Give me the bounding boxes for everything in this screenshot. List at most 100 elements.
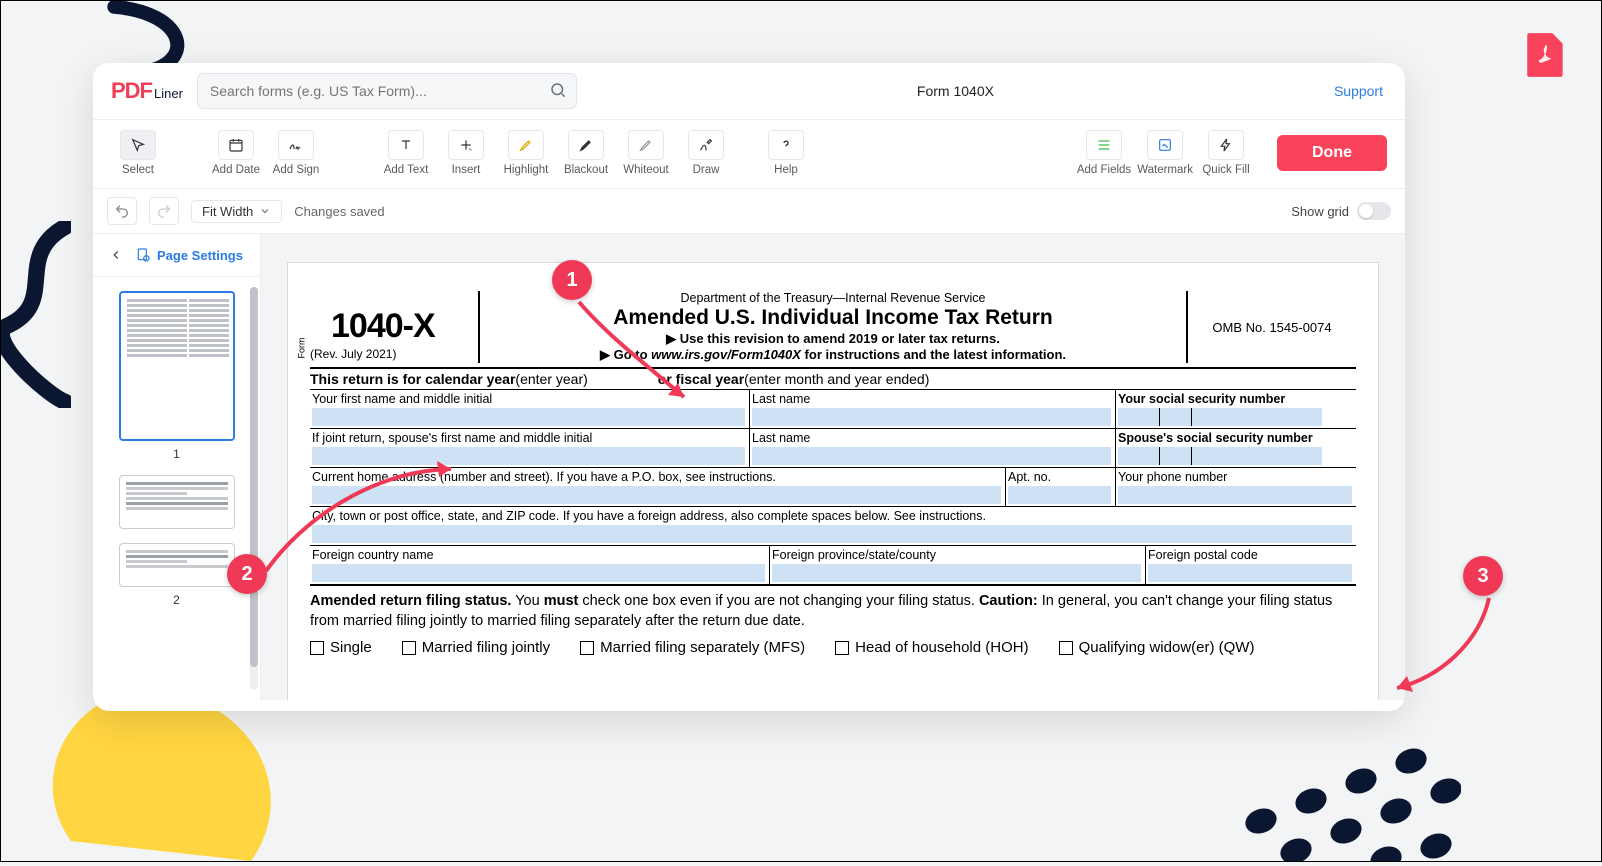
done-button[interactable]: Done [1277,135,1387,171]
logo-liner: Liner [154,86,183,101]
tool-draw[interactable]: Draw [679,130,733,176]
tool-add-sign[interactable]: Add Sign [269,130,323,176]
plus-icon [448,130,484,160]
checkbox-icon [1059,641,1073,655]
undo-button[interactable] [107,197,137,225]
tool-watermark[interactable]: Watermark [1137,130,1193,176]
label-ssn: Your social security number [1118,392,1352,406]
check-mfs[interactable]: Married filing separately (MFS) [580,639,805,656]
tool-blackout-label: Blackout [564,164,608,176]
annotation-1: 1 [552,260,592,300]
tool-add-date[interactable]: Add Date [209,130,263,176]
amend-b: You [511,593,543,609]
check-mfj[interactable]: Married filing jointly [402,639,550,656]
label-last-name: Last name [752,392,1111,406]
tool-add-text[interactable]: Add Text [379,130,433,176]
page-settings-link[interactable]: Page Settings [135,247,243,263]
checkbox-icon [402,641,416,655]
tool-help-label: Help [774,164,798,176]
field-phone[interactable] [1118,486,1352,504]
text-icon [388,130,424,160]
page-thumbnail-1[interactable]: 1 [103,291,250,461]
calendar-icon [218,130,254,160]
label-foreign-province: Foreign province/state/county [772,548,1141,562]
show-grid-label: Show grid [1291,204,1349,219]
amend-e: Caution: [979,593,1038,609]
tool-highlight[interactable]: Highlight [499,130,553,176]
tool-add-fields[interactable]: Add Fields [1077,130,1131,176]
check-qw[interactable]: Qualifying widow(er) (QW) [1059,639,1255,656]
label-foreign-postal: Foreign postal code [1148,548,1352,562]
zoom-select-label: Fit Width [202,204,253,219]
field-apt[interactable] [1008,486,1111,504]
search-input[interactable] [197,73,577,109]
field-spouse-ssn[interactable] [1118,447,1352,465]
check-hoh[interactable]: Head of household (HOH) [835,639,1028,656]
collapse-sidebar-button[interactable] [105,244,127,266]
label-spouse-first: If joint return, spouse's first name and… [312,431,745,445]
page-settings-label: Page Settings [157,248,243,263]
check-single[interactable]: Single [310,639,372,656]
tool-quick-fill-label: Quick Fill [1202,164,1249,176]
blackout-icon [568,130,604,160]
field-spouse-last[interactable] [752,447,1111,465]
field-last-name[interactable] [752,408,1111,426]
tool-blackout[interactable]: Blackout [559,130,613,176]
signature-icon [278,130,314,160]
tool-select[interactable]: Select [111,130,165,176]
label-apt: Apt. no. [1008,470,1111,484]
band-year-a: This return is for calendar year [310,371,515,387]
whiteout-icon [628,130,664,160]
show-grid-toggle[interactable]: Show grid [1291,202,1391,220]
check-mfs-label: Married filing separately (MFS) [600,639,805,656]
thumbs-scrollbar-thumb[interactable] [250,287,258,667]
form-word: Form [297,338,307,359]
tool-add-fields-label: Add Fields [1077,164,1131,176]
pdf-badge-icon [1521,29,1571,79]
label-spouse-last: Last name [752,431,1111,445]
annotation-1-arrow [569,297,709,417]
tool-whiteout[interactable]: Whiteout [619,130,673,176]
tool-insert[interactable]: Insert [439,130,493,176]
checkbox-icon [310,641,324,655]
annotation-3: 3 [1463,556,1503,596]
zoom-select[interactable]: Fit Width [191,200,282,223]
search-wrap [197,73,577,109]
highlight-icon [508,130,544,160]
tool-watermark-label: Watermark [1137,164,1193,176]
watermark-icon [1147,130,1183,160]
toggle-icon [1357,202,1391,220]
row-spouse: If joint return, spouse's first name and… [310,429,1356,468]
label-city: City, town or post office, state, and ZI… [312,509,1352,523]
fields-icon [1086,130,1122,160]
annotation-2: 2 [227,554,267,594]
row-name: Your first name and middle initial Last … [310,390,1356,429]
field-foreign-postal[interactable] [1148,564,1352,582]
decor-dots-br [1201,701,1461,861]
search-icon[interactable] [549,81,567,104]
toolbar: Select Add Date Add Sign Add Text Insert… [93,120,1405,189]
support-link[interactable]: Support [1334,83,1387,99]
checkbox-icon [580,641,594,655]
form-omb: OMB No. 1545-0074 [1186,291,1356,363]
checkbox-icon [835,641,849,655]
row-foreign: Foreign country name Foreign province/st… [310,546,1356,586]
annotation-2-arrow [261,461,461,581]
cursor-icon [120,130,156,160]
field-ssn[interactable] [1118,408,1352,426]
tool-quick-fill[interactable]: Quick Fill [1199,130,1253,176]
field-city[interactable] [312,525,1352,543]
logo: PDF Liner [111,78,183,104]
decor-squiggle-left [1,221,71,381]
amend-d: check one box even if you are not changi… [578,593,979,609]
amend-c: must [544,593,579,609]
amended-status-text: Amended return filing status. You must c… [310,592,1356,631]
tool-insert-label: Insert [452,164,481,176]
form-line4-post: for instructions and the latest informat… [801,347,1066,362]
page-thumbnail-2a[interactable] [103,475,250,529]
tool-highlight-label: Highlight [504,164,549,176]
chevron-down-icon [259,205,271,217]
field-foreign-province[interactable] [772,564,1141,582]
redo-button[interactable] [149,197,179,225]
tool-help[interactable]: Help [759,130,813,176]
